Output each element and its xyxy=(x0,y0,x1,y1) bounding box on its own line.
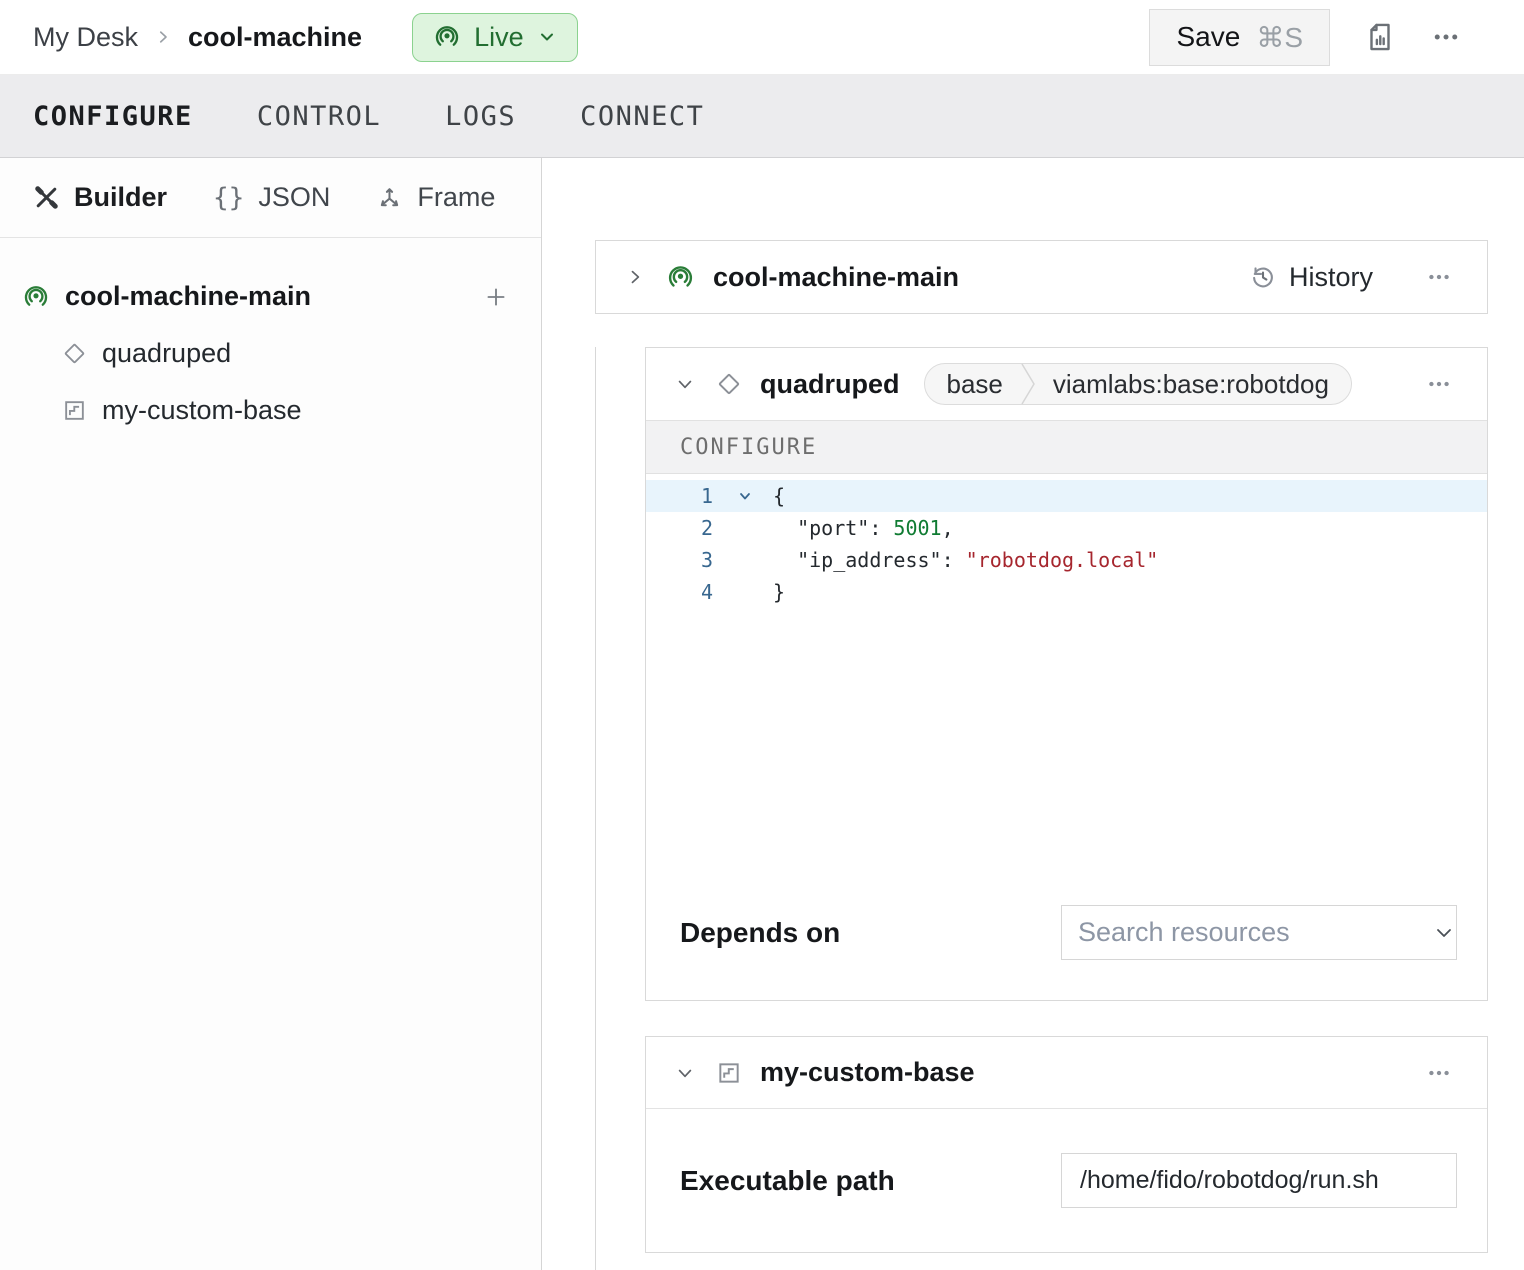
broadcast-icon xyxy=(433,23,461,51)
broadcast-icon xyxy=(666,263,695,292)
mode-tab-builder[interactable]: Builder xyxy=(33,182,167,213)
breadcrumb-location-link[interactable]: My Desk xyxy=(33,22,138,53)
depends-on-search-input[interactable] xyxy=(1078,917,1432,948)
nested-resources: quadruped base viamlabs:base:robotdog xyxy=(595,347,1488,1270)
depends-on-select[interactable] xyxy=(1061,905,1457,960)
line-number: 1 xyxy=(646,480,713,512)
json-code-editor[interactable]: 1 { 2 "port": 5001, 3 xyxy=(646,474,1487,899)
config-sidebar: Builder {} JSON Frame xyxy=(0,158,542,1270)
machine-part-menu-button[interactable] xyxy=(1417,255,1461,299)
mode-tab-json[interactable]: {} JSON xyxy=(213,182,330,213)
builder-tools-icon xyxy=(33,184,60,211)
depends-on-label: Depends on xyxy=(680,917,840,949)
ellipsis-icon xyxy=(1426,264,1452,290)
module-menu-button[interactable] xyxy=(1417,1051,1461,1095)
line-number: 4 xyxy=(646,576,713,608)
expand-chevron-right-icon[interactable] xyxy=(622,264,648,290)
mode-tab-label: Builder xyxy=(74,182,167,213)
header-menu-button[interactable] xyxy=(1424,15,1468,59)
tree-item-label: quadruped xyxy=(102,338,231,369)
main-tabbar: CONFIGURE CONTROL LOGS CONNECT xyxy=(0,75,1524,158)
badge-model: viamlabs:base:robotdog xyxy=(1053,369,1329,400)
component-card-header: quadruped base viamlabs:base:robotdog xyxy=(646,348,1487,420)
component-card-quadruped: quadruped base viamlabs:base:robotdog xyxy=(645,347,1488,1001)
tree-item-machine-part[interactable]: cool-machine-main xyxy=(0,268,541,325)
chevron-down-icon xyxy=(537,27,557,47)
module-card-my-custom-base: my-custom-base Ex xyxy=(645,1036,1488,1253)
component-type-badge: base viamlabs:base:robotdog xyxy=(924,363,1352,405)
configure-section-label: CONFIGURE xyxy=(646,420,1487,474)
tab-connect[interactable]: CONNECT xyxy=(580,101,704,132)
component-title: quadruped xyxy=(760,369,900,400)
line-number: 3 xyxy=(646,544,713,576)
machine-part-title: cool-machine-main xyxy=(713,262,959,293)
broadcast-icon xyxy=(22,283,50,311)
depends-on-row: Depends on xyxy=(646,899,1487,1000)
ellipsis-icon xyxy=(1426,1060,1452,1086)
add-resource-button[interactable] xyxy=(481,282,511,312)
executable-path-label: Executable path xyxy=(680,1165,895,1197)
line-number: 2 xyxy=(646,512,713,544)
breadcrumb-chevron-icon xyxy=(154,28,172,46)
code-line: 4 } xyxy=(646,576,1487,608)
collapse-chevron-down-icon[interactable] xyxy=(672,371,698,397)
app-root: My Desk cool-machine Live Save ⌘S xyxy=(0,0,1524,1270)
ellipsis-icon xyxy=(1426,371,1452,397)
breadcrumb: My Desk cool-machine xyxy=(33,22,362,53)
tree-item-component[interactable]: quadruped xyxy=(0,325,541,382)
module-card-body: Executable path xyxy=(646,1109,1487,1252)
live-status-dropdown[interactable]: Live xyxy=(412,13,578,62)
module-icon xyxy=(716,1060,742,1086)
chevron-down-icon xyxy=(1432,921,1456,945)
braces-icon: {} xyxy=(213,183,244,213)
live-status-label: Live xyxy=(474,22,524,53)
fold-chevron-icon[interactable] xyxy=(713,480,773,512)
mode-tab-label: Frame xyxy=(417,182,495,213)
module-title: my-custom-base xyxy=(760,1057,975,1088)
ellipsis-icon xyxy=(1431,22,1461,52)
history-button[interactable]: History xyxy=(1249,262,1373,293)
diamond-icon xyxy=(716,371,742,397)
history-label: History xyxy=(1289,262,1373,293)
top-header: My Desk cool-machine Live Save ⌘S xyxy=(0,0,1524,75)
header-icon-group xyxy=(1358,15,1468,59)
tree-item-module[interactable]: my-custom-base xyxy=(0,382,541,439)
save-shortcut: ⌘S xyxy=(1256,21,1303,54)
content-area: Builder {} JSON Frame xyxy=(0,158,1524,1270)
tab-configure[interactable]: CONFIGURE xyxy=(33,101,193,132)
code-line: 2 "port": 5001, xyxy=(646,512,1487,544)
code-line: 1 { xyxy=(646,480,1487,512)
mode-tab-label: JSON xyxy=(258,182,330,213)
tab-control[interactable]: CONTROL xyxy=(257,101,381,132)
machine-part-card: cool-machine-main History xyxy=(595,240,1488,314)
executable-path-input[interactable] xyxy=(1061,1153,1457,1208)
machine-part-card-header: cool-machine-main History xyxy=(596,241,1487,313)
badge-type: base xyxy=(947,369,1003,400)
badge-chevron-separator-icon xyxy=(1021,363,1035,405)
diamond-icon xyxy=(62,341,87,366)
machine-metrics-button[interactable] xyxy=(1358,15,1402,59)
resource-tree: cool-machine-main quadruped xyxy=(0,238,541,439)
collapse-chevron-down-icon[interactable] xyxy=(672,1060,698,1086)
tree-item-label: cool-machine-main xyxy=(65,281,311,312)
config-panel: cool-machine-main History xyxy=(542,158,1524,1270)
tree-item-label: my-custom-base xyxy=(102,395,302,426)
module-icon xyxy=(62,398,87,423)
save-button[interactable]: Save ⌘S xyxy=(1149,9,1330,66)
tab-logs[interactable]: LOGS xyxy=(445,101,516,132)
sidebar-mode-tabs: Builder {} JSON Frame xyxy=(0,158,541,238)
file-chart-icon xyxy=(1363,20,1397,54)
frame-axes-icon xyxy=(376,184,403,211)
history-icon xyxy=(1249,263,1277,291)
mode-tab-frame[interactable]: Frame xyxy=(376,182,495,213)
code-line: 3 "ip_address": "robotdog.local" xyxy=(646,544,1487,576)
module-card-header: my-custom-base xyxy=(646,1037,1487,1109)
breadcrumb-machine-name: cool-machine xyxy=(188,22,362,53)
component-menu-button[interactable] xyxy=(1417,362,1461,406)
save-label: Save xyxy=(1176,21,1240,53)
